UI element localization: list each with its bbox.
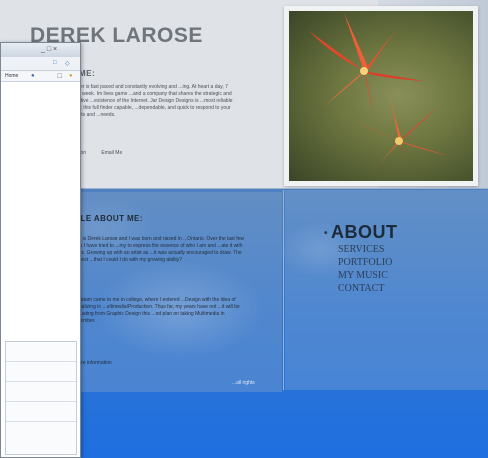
tab-dropdown-icon[interactable]: ● — [31, 73, 35, 79]
stop-icon[interactable]: ◇ — [65, 60, 70, 67]
more-info-link[interactable]: ...more information — [70, 360, 248, 367]
email-me-link[interactable]: Email Me — [101, 150, 122, 156]
list-item[interactable] — [6, 382, 76, 402]
page-icon[interactable]: ☐ — [57, 73, 62, 80]
list-item[interactable] — [6, 342, 76, 362]
window-controls[interactable]: _ □ × — [41, 46, 57, 53]
nav-item-my-music[interactable]: MY MUSIC — [338, 269, 398, 282]
about-paragraph-1: ...me is Derek Larose and I was born and… — [70, 236, 244, 263]
nav-item-portfolio[interactable]: PORTFOLIO — [338, 256, 398, 269]
flower-photo — [289, 11, 473, 181]
lily-flower-illustration — [309, 13, 449, 181]
refresh-icon[interactable]: □ — [53, 60, 57, 66]
footer-credit: ...all rights — [232, 380, 255, 386]
nav-about-label: ABOUT — [331, 222, 398, 242]
list-item[interactable] — [6, 402, 76, 422]
nav-item-services[interactable]: SERVICES — [338, 243, 398, 256]
bullet-icon: • — [324, 227, 329, 239]
list-item[interactable] — [6, 362, 76, 382]
tab-home[interactable]: Home — [5, 73, 18, 79]
welcome-text: ...career is fast paced and constantly e… — [66, 84, 233, 118]
browser-tab-row: Home ● ☐ ● — [1, 71, 80, 82]
nav-item-contact[interactable]: CONTACT — [338, 282, 398, 295]
browser-content-area — [1, 82, 80, 372]
browser-panel — [5, 341, 77, 455]
tools-icon[interactable]: ● — [69, 73, 73, 79]
browser-toolbar: □ ◇ — [1, 57, 80, 71]
vertical-divider — [283, 190, 284, 390]
about-paragraph-2: ...timatam came to me in college, where … — [70, 297, 240, 324]
flower-photo-frame — [284, 6, 478, 186]
site-nav: • ABOUT SERVICES PORTFOLIO MY MUSIC CONTA… — [324, 222, 398, 295]
nav-item-about[interactable]: • ABOUT — [324, 222, 398, 243]
browser-window: _ □ × □ ◇ Home ● ☐ ● — [0, 42, 81, 458]
browser-titlebar: _ □ × — [1, 43, 80, 57]
